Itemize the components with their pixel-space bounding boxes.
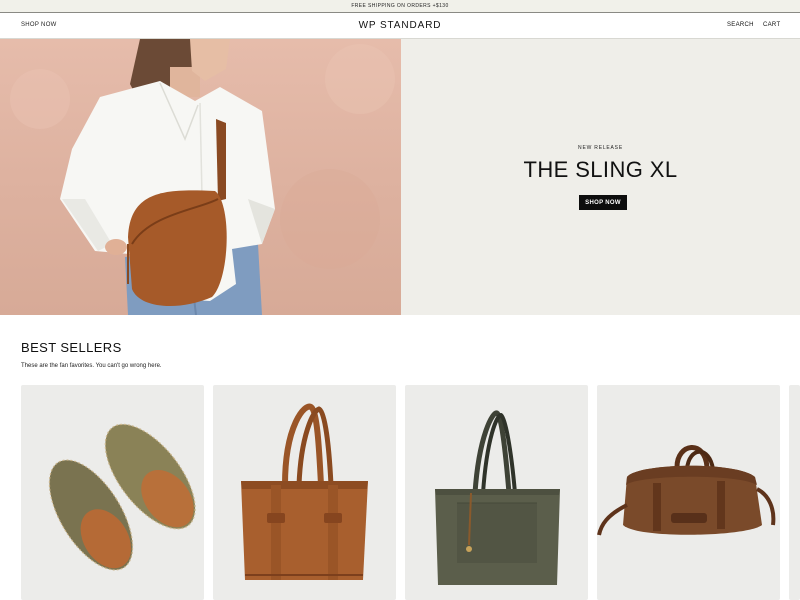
product-card-canvas-tote[interactable]: [405, 385, 588, 600]
product-card-slippers[interactable]: [21, 385, 204, 600]
hero-title: THE SLING XL: [523, 157, 678, 182]
suede-slippers-icon: [48, 423, 196, 571]
brand-logo[interactable]: WP STANDARD: [359, 20, 442, 31]
best-sellers-heading: BEST SELLERS: [21, 340, 122, 355]
brand-logo-wrap: WP STANDARD: [0, 20, 800, 31]
search-link[interactable]: SEARCH: [727, 22, 754, 28]
announcement-bar: FREE SHIPPING ON ORDERS +$130: [0, 0, 800, 13]
hero-text-panel: NEW RELEASE THE SLING XL SHOP NOW: [401, 39, 800, 315]
cart-link[interactable]: CART: [763, 22, 780, 28]
hero-image[interactable]: [0, 39, 401, 315]
brown-leather-tote-icon: [241, 403, 368, 580]
product-card-partial[interactable]: [789, 385, 800, 600]
hero-shop-now-button[interactable]: SHOP NOW: [579, 195, 627, 210]
hero-kicker: NEW RELEASE: [578, 145, 623, 151]
product-card-duffle-bag[interactable]: [597, 385, 780, 600]
model-with-sling-bag-icon: [10, 39, 395, 315]
leather-duffle-bag-icon: [597, 445, 776, 536]
site-header: SHOP NOW WP STANDARD SEARCH CART: [0, 13, 800, 39]
product-card-leather-tote[interactable]: [213, 385, 396, 600]
best-sellers-subtitle: These are the fan favorites. You can't g…: [21, 363, 162, 369]
olive-canvas-tote-icon: [435, 410, 560, 585]
announcement-text: FREE SHIPPING ON ORDERS +$130: [351, 3, 449, 9]
